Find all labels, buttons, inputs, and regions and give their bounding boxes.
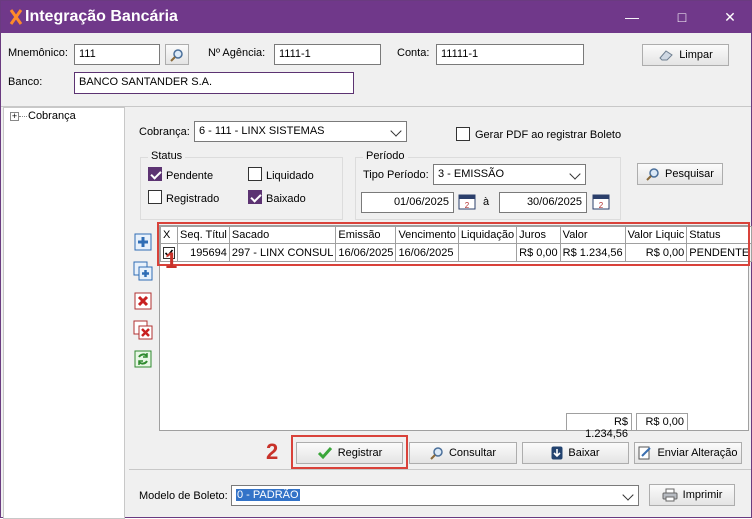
baixado-checkbox[interactable]	[248, 190, 262, 204]
pendente-checkbox[interactable]	[148, 167, 162, 181]
consultar-label: Consultar	[448, 447, 497, 459]
imprimir-button[interactable]: Imprimir	[649, 484, 735, 506]
baixar-label: Baixar	[568, 447, 600, 459]
magnifier-icon	[430, 447, 443, 460]
cobranca-tree: + Cobrança	[3, 107, 125, 519]
magnifier-icon	[646, 168, 659, 181]
download-icon	[551, 446, 563, 460]
agencia-input[interactable]: 1111-1	[274, 44, 381, 65]
window-title: Integração Bancária	[25, 8, 178, 25]
conta-input[interactable]: 11111-1	[436, 44, 584, 65]
date-from-input[interactable]: 01/06/2025	[361, 192, 454, 213]
periodo-group-title: Período	[363, 150, 408, 162]
tipo-periodo-select[interactable]: 3 - EMISSÃO	[433, 164, 586, 185]
baixar-button[interactable]: Baixar	[522, 442, 629, 464]
footer-divider	[129, 469, 751, 470]
calendar-icon[interactable]: 2	[591, 193, 611, 211]
search-mnemonico-button[interactable]	[165, 44, 189, 65]
tipo-periodo-value: 3 - EMISSÃO	[438, 168, 505, 180]
liquidado-checkbox[interactable]	[248, 167, 262, 181]
banco-label: Banco:	[8, 76, 43, 88]
pesquisar-button[interactable]: Pesquisar	[637, 163, 723, 185]
app-logo-icon	[9, 9, 23, 25]
modelo-boleto-value: 0 - PADRÃO	[236, 489, 300, 501]
title-bar: Integração Bancária — □ ✕	[1, 1, 751, 33]
integracao-bancaria-window: Integração Bancária — □ ✕ Mnemônico: 111…	[0, 0, 752, 519]
gerar-pdf-label: Gerar PDF ao registrar Boleto	[475, 129, 622, 141]
status-group	[140, 157, 343, 220]
magnifier-icon	[170, 48, 183, 62]
pendente-label: Pendente	[166, 170, 214, 182]
tree-item-cobranca[interactable]: Cobrança	[28, 110, 76, 122]
gerar-pdf-checkbox[interactable]	[456, 127, 470, 141]
calendar-icon[interactable]: 2	[457, 193, 477, 211]
mnemonico-input[interactable]: 111	[74, 44, 160, 65]
date-separator: à	[483, 196, 490, 208]
pesquisar-label: Pesquisar	[665, 168, 714, 180]
close-button[interactable]: ✕	[719, 6, 741, 28]
conta-label: Conta:	[397, 47, 430, 59]
consultar-button[interactable]: Consultar	[409, 442, 517, 464]
chevron-down-icon	[622, 489, 634, 501]
tree-connector	[19, 116, 27, 117]
edit-document-icon	[638, 446, 652, 460]
checkmark-icon	[317, 447, 332, 460]
delete-multiple-icon[interactable]	[132, 319, 154, 341]
svg-text:2: 2	[599, 201, 604, 210]
agencia-label: Nº Agência:	[208, 47, 266, 59]
enviar-alteracao-label: Enviar Alteração	[657, 447, 738, 459]
banco-input[interactable]: BANCO SANTANDER S.A.	[74, 72, 354, 94]
mnemonico-label: Mnemônico:	[8, 47, 68, 59]
status-group-title: Status	[148, 150, 186, 162]
annotation-marker-1: 1	[165, 248, 178, 273]
delete-record-icon[interactable]	[132, 290, 154, 312]
registrado-label: Registrado	[166, 193, 220, 205]
svg-text:2: 2	[465, 201, 470, 210]
registrar-button[interactable]: Registrar	[296, 442, 403, 464]
tipo-periodo-label: Tipo Período:	[363, 169, 429, 181]
highlight-box-grid	[157, 222, 750, 266]
cobranca-label: Cobrança:	[139, 126, 190, 138]
expand-plus-icon[interactable]: +	[10, 112, 19, 121]
date-to-input[interactable]: 30/06/2025	[499, 192, 587, 213]
limpar-button[interactable]: Limpar	[642, 44, 729, 66]
total-valor: R$ 1.234,56	[566, 413, 632, 440]
eraser-icon	[659, 50, 673, 61]
liquidado-label: Liquidado	[266, 170, 314, 182]
baixado-label: Baixado	[266, 193, 306, 205]
chevron-down-icon	[390, 125, 402, 137]
modelo-boleto-label: Modelo de Boleto:	[139, 490, 228, 502]
chevron-down-icon	[569, 168, 581, 180]
imprimir-label: Imprimir	[682, 489, 723, 501]
limpar-label: Limpar	[679, 49, 713, 61]
annotation-marker-2: 2	[266, 439, 279, 464]
printer-icon	[662, 488, 678, 502]
modelo-boleto-select[interactable]: 0 - PADRÃO	[231, 485, 639, 506]
total-valor-liquido: R$ 0,00	[636, 413, 688, 431]
add-multiple-icon[interactable]	[132, 260, 154, 282]
minimize-button[interactable]: —	[621, 6, 643, 28]
refresh-icon[interactable]	[132, 348, 154, 370]
registrar-label: Registrar	[337, 447, 383, 459]
cobranca-select-value: 6 - 111 - LINX SISTEMAS	[199, 125, 325, 137]
registrado-checkbox[interactable]	[148, 190, 162, 204]
enviar-alteracao-button[interactable]: Enviar Alteração	[634, 442, 742, 464]
maximize-button[interactable]: □	[671, 6, 693, 28]
cobranca-select[interactable]: 6 - 111 - LINX SISTEMAS	[194, 121, 407, 142]
add-record-icon[interactable]	[132, 231, 154, 253]
